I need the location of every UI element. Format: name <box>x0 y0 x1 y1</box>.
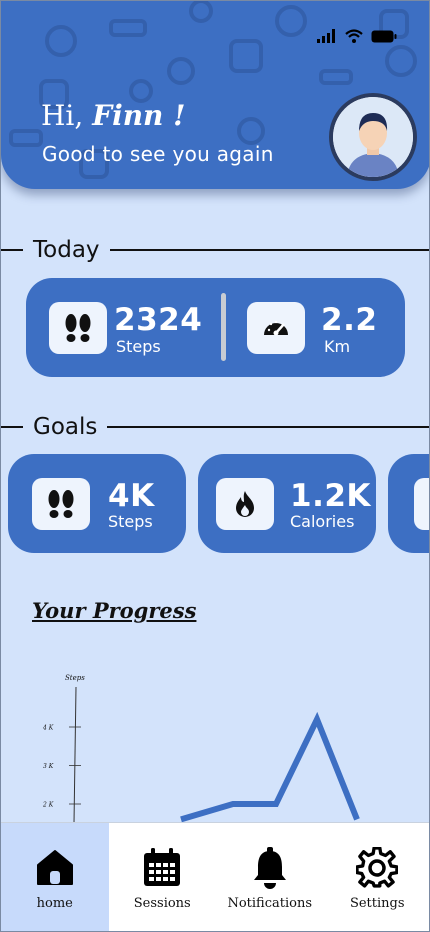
goal-steps-label: Steps <box>108 512 153 531</box>
chart-y-axis <box>73 686 77 823</box>
goals-title: Goals <box>33 414 98 440</box>
signal-icon <box>317 29 335 43</box>
footprints-icon <box>65 314 91 342</box>
today-steps-label: Steps <box>116 337 161 356</box>
goal-partial-icon-box <box>414 478 429 530</box>
speedometer-icon <box>264 320 288 336</box>
today-title: Today <box>33 237 100 263</box>
progress-title: Your Progress <box>32 598 197 623</box>
status-bar <box>317 29 397 43</box>
stats-divider <box>221 293 226 361</box>
app-screen: Hi, Finn ! Good to see you again Today 2… <box>0 0 430 932</box>
goal-card-partial[interactable] <box>388 454 429 553</box>
nav-notifications-label: Notifications <box>227 896 313 911</box>
nav-settings-label: Settings <box>349 896 405 911</box>
nav-sessions[interactable]: Sessions <box>109 823 217 931</box>
steps-icon-box <box>49 302 107 354</box>
goals-section-header: Goals <box>1 412 429 442</box>
wifi-icon <box>345 29 363 43</box>
nav-home-label: home <box>36 896 73 911</box>
nav-settings[interactable]: Settings <box>324 823 430 931</box>
goal-card-calories[interactable]: 1.2K Calories <box>198 454 376 553</box>
progress-chart: Steps 4 K 3 K 2 K <box>42 674 360 823</box>
nav-notifications[interactable]: Notifications <box>216 823 324 931</box>
goal-calories-value: 1.2K <box>290 478 371 514</box>
divider-line <box>109 249 429 251</box>
profile-avatar[interactable] <box>329 93 417 181</box>
nav-sessions-label: Sessions <box>133 896 191 911</box>
greeting: Hi, Finn ! <box>41 99 185 132</box>
distance-icon-box <box>247 302 305 354</box>
divider-line <box>1 426 23 428</box>
greeting-prefix: Hi, <box>41 99 84 132</box>
gear-icon <box>356 847 399 888</box>
chart-y-tick-label: 2 K <box>42 802 54 809</box>
battery-icon <box>371 30 397 42</box>
today-distance-label: Km <box>324 337 351 356</box>
user-name: Finn ! <box>92 99 186 132</box>
chart-series-line <box>180 711 360 823</box>
goal-calories-label: Calories <box>290 512 355 531</box>
flame-icon <box>236 491 254 517</box>
chart-y-tick-label: 3 K <box>43 763 54 770</box>
home-icon <box>36 850 73 885</box>
goal-calories-icon-box <box>216 478 274 530</box>
chart-y-label: Steps <box>65 674 85 682</box>
footprints-icon <box>48 490 74 518</box>
user-avatar-icon <box>333 97 413 177</box>
today-section-header: Today <box>1 235 429 265</box>
today-distance-value: 2.2 <box>321 302 378 338</box>
today-stats-card: 2324 Steps 2.2 Km <box>26 278 405 377</box>
nav-home[interactable]: home <box>1 823 109 931</box>
bell-icon <box>253 847 286 889</box>
divider-line <box>107 426 429 428</box>
divider-line <box>1 249 23 251</box>
goal-steps-value: 4K <box>108 478 155 514</box>
goal-steps-icon-box <box>32 478 90 530</box>
today-steps-value: 2324 <box>114 302 203 338</box>
greeting-subtitle: Good to see you again <box>42 142 274 166</box>
bottom-navigation: home Sessions Notifications Settings <box>1 822 430 931</box>
chart-y-tick-label: 4 K <box>42 725 54 732</box>
goal-card-steps[interactable]: 4K Steps <box>8 454 186 553</box>
calendar-icon <box>144 848 181 886</box>
